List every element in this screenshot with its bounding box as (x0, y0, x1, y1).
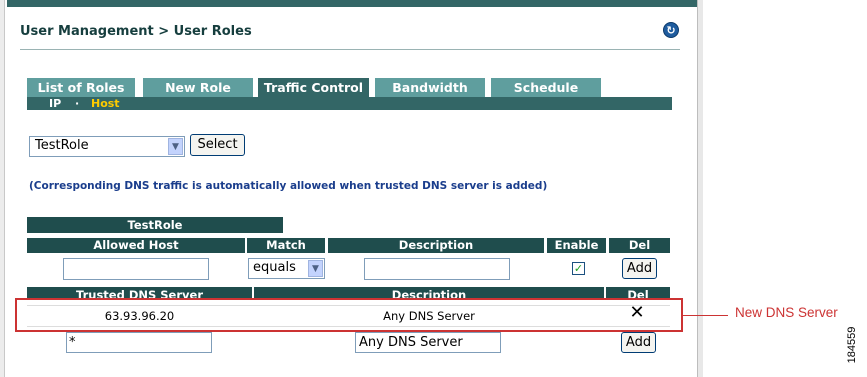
role-select-value: TestRole (35, 138, 89, 153)
page-title: User Management > User Roles (20, 24, 252, 39)
tab-traffic-control[interactable]: Traffic Control (258, 78, 369, 97)
tab-bandwidth[interactable]: Bandwidth (375, 78, 485, 97)
dns-description-input[interactable]: Any DNS Server (355, 332, 501, 353)
vertical-scrollbar[interactable] (697, 0, 703, 377)
figure-id: 184559 (846, 326, 858, 364)
top-bar (7, 0, 702, 7)
enable-checkbox[interactable]: ✓ (572, 262, 585, 275)
header-enable: Enable (547, 238, 606, 253)
left-scrollbar[interactable] (0, 0, 5, 377)
add-host-button[interactable]: Add (622, 258, 657, 279)
tab-new-role[interactable]: New Role (143, 78, 253, 97)
match-select[interactable]: equals ▼ (248, 258, 325, 279)
chevron-down-icon[interactable]: ▼ (168, 138, 183, 155)
title-divider (20, 49, 680, 50)
add-dns-button[interactable]: Add (621, 332, 656, 353)
header-allowed-host: Allowed Host (27, 238, 245, 253)
callout-label: New DNS Server (735, 305, 838, 320)
tab-list-of-roles[interactable]: List of Roles (27, 78, 135, 97)
subtab-bar: IP · Host (27, 97, 672, 110)
role-select[interactable]: TestRole ▼ (29, 136, 185, 157)
dns-note: (Corresponding DNS traffic is automatica… (29, 180, 548, 192)
allowed-host-input[interactable] (63, 258, 209, 280)
role-header: TestRole (27, 217, 283, 233)
refresh-help-icon[interactable]: ↻ (663, 22, 679, 38)
callout-highlight (15, 298, 683, 332)
chevron-down-icon[interactable]: ▼ (308, 260, 323, 277)
header-match: Match (247, 238, 325, 253)
match-select-value: equals (253, 260, 296, 275)
header-description: Description (328, 238, 544, 253)
allowed-host-description-input[interactable] (364, 258, 510, 280)
subtab-host[interactable]: Host (91, 97, 120, 110)
header-del: Del (609, 238, 670, 253)
dns-server-input[interactable]: * (66, 332, 212, 353)
tab-schedule[interactable]: Schedule (491, 78, 601, 97)
subtab-ip[interactable]: IP (49, 97, 61, 110)
subtab-separator: · (75, 97, 80, 110)
select-button[interactable]: Select (190, 134, 245, 156)
callout-leader (683, 315, 728, 316)
